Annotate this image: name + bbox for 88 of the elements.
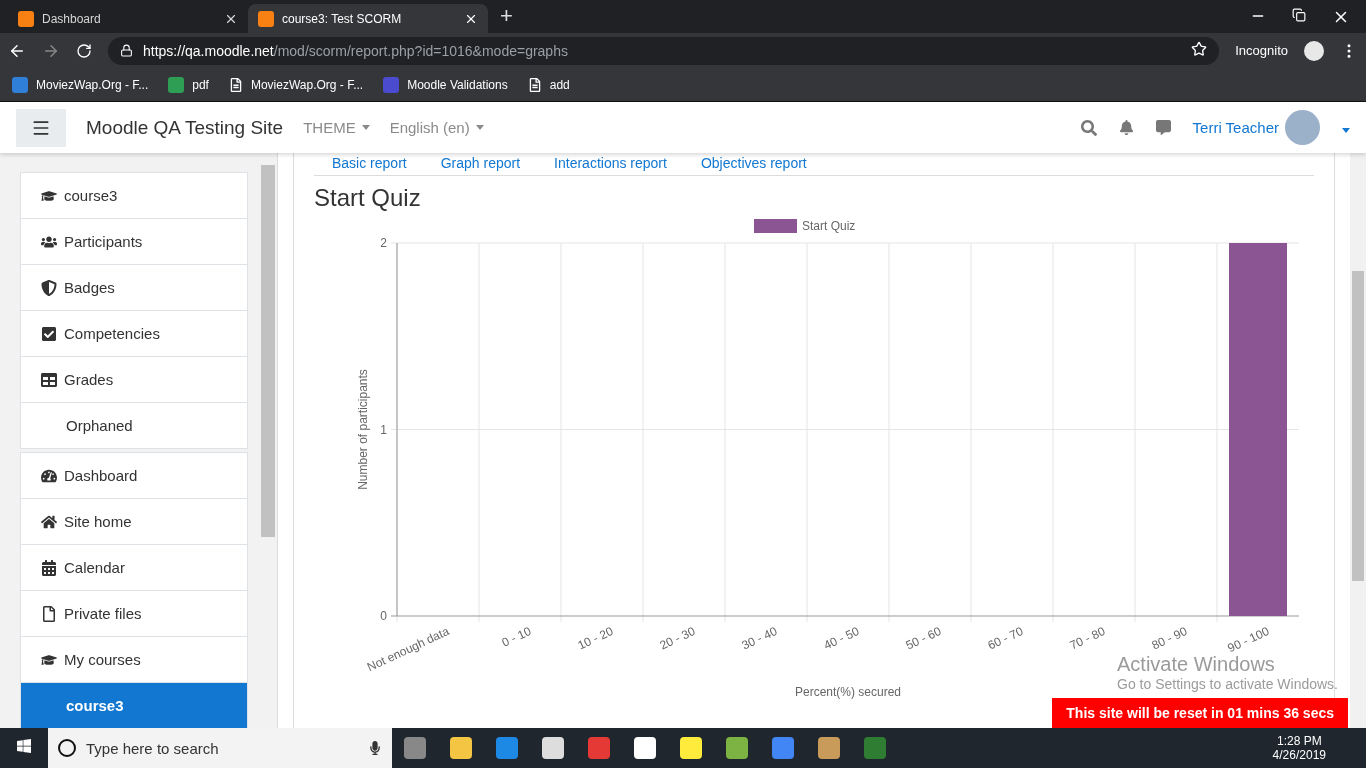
sidebar-item[interactable]: Orphaned [20, 402, 248, 449]
url-host: https://qa.moodle.net [143, 42, 274, 59]
site-icon [12, 76, 28, 93]
lock-icon [120, 44, 133, 57]
x-tick-label: 40 - 50 [821, 624, 862, 653]
taskbar-app-icon[interactable] [634, 737, 656, 759]
site-icon [168, 76, 185, 93]
nav-icon [41, 279, 57, 296]
taskbar-app-icon[interactable] [680, 737, 702, 759]
nav-icon [41, 371, 57, 388]
site-name[interactable]: Moodle QA Testing Site [86, 116, 284, 139]
star-icon[interactable] [1191, 41, 1208, 57]
taskbar-app-icon[interactable] [404, 737, 426, 759]
taskbar-search[interactable]: Type here to search [48, 728, 392, 768]
nav-icon [41, 605, 57, 622]
sidebar-item[interactable]: course3 [20, 682, 248, 728]
legend-label: Start Quiz [802, 219, 856, 233]
bookmark[interactable]: MoviezWap.Org - F... [12, 76, 149, 93]
activation-title: Activate Windows [1117, 653, 1276, 676]
y-tick-label: 2 [380, 236, 387, 250]
report-tab[interactable]: Basic report [332, 155, 407, 171]
bell-icon[interactable] [1118, 120, 1134, 135]
dropdown-menu[interactable]: English (en) [389, 119, 484, 136]
y-tick-label: 0 [380, 609, 387, 623]
nav-icon [41, 325, 57, 342]
report-tab[interactable]: Objectives report [700, 155, 807, 171]
x-tick-label: 70 - 80 [1067, 624, 1108, 653]
sidebar-item[interactable]: course3 [20, 172, 248, 219]
taskbar-app-icon[interactable] [588, 737, 610, 759]
site-icon [383, 76, 400, 93]
x-tick-label: 50 - 60 [903, 624, 944, 653]
x-tick-label: 80 - 90 [1149, 624, 1190, 653]
nav-icon [41, 467, 57, 484]
x-axis-title: Percent(%) secured [795, 685, 901, 699]
address-bar[interactable]: https://qa.moodle.net/mod/scorm/report.php?id=1016&mode=graphs [108, 36, 1220, 65]
sidebar-item[interactable]: Grades [20, 356, 248, 403]
browser-tab[interactable]: Dashboard [8, 4, 248, 33]
new-tab-button[interactable]: + [500, 3, 513, 29]
taskbar-app-icon[interactable] [450, 737, 472, 759]
x-tick-label: 90 - 100 [1225, 624, 1272, 656]
taskbar-app-icon[interactable] [726, 737, 748, 759]
bookmark[interactable]: pdf [168, 76, 209, 93]
x-tick-label: 0 - 10 [499, 624, 534, 650]
report-tab[interactable]: Interactions report [554, 155, 667, 171]
sidebar-item[interactable]: Dashboard [20, 452, 248, 499]
nav-icon [41, 559, 57, 576]
taskbar-app-icon[interactable] [542, 737, 564, 759]
taskbar-app-icon[interactable] [818, 737, 840, 759]
user-name[interactable]: Terri Teacher [1192, 119, 1279, 136]
reload-icon[interactable] [76, 42, 92, 59]
scrollbar[interactable] [1352, 271, 1364, 581]
x-tick-label: 20 - 30 [657, 624, 698, 653]
taskbar-app-icon[interactable] [496, 737, 518, 759]
sidebar-item[interactable]: Competencies [20, 310, 248, 357]
search-icon[interactable] [1080, 119, 1097, 136]
scrollbar[interactable] [261, 165, 275, 537]
bookmark[interactable]: add [527, 77, 570, 92]
y-tick-label: 1 [380, 422, 387, 437]
nav-icon [41, 513, 57, 530]
sidebar-item[interactable]: Badges [20, 264, 248, 311]
page-icon [228, 77, 243, 92]
sidebar-item[interactable]: Site home [20, 498, 248, 545]
sidebar-item[interactable]: Participants [20, 218, 248, 265]
browser-tab[interactable]: course3: Test SCORM [248, 4, 488, 33]
y-axis-title: Number of participants [356, 369, 370, 490]
sidebar-item[interactable]: Calendar [20, 544, 248, 591]
reset-banner: This site will be reset in 01 mins 36 secs [1052, 698, 1348, 728]
sidebar-item[interactable]: Private files [20, 590, 248, 637]
clock[interactable]: 1:28 PM 4/26/2019 [1262, 734, 1366, 762]
x-tick-label: 60 - 70 [985, 624, 1026, 653]
microphone-icon[interactable] [368, 741, 382, 755]
page-icon [527, 77, 542, 92]
windows-icon [16, 738, 32, 754]
bookmark[interactable]: Moodle Validations [383, 76, 508, 93]
report-tab[interactable]: Graph report [440, 155, 521, 171]
url-path: /mod/scorm/report.php?id=1016&mode=graphs [273, 42, 568, 59]
incognito-label: Incognito [1235, 43, 1288, 58]
caret-icon[interactable] [1342, 127, 1350, 133]
sidebar-item[interactable]: My courses [20, 636, 248, 683]
activation-text: Go to Settings to activate Windows. [1117, 676, 1338, 692]
restore-icon[interactable] [1292, 7, 1306, 22]
taskbar-app-icon[interactable] [772, 737, 794, 759]
x-tick-label: 30 - 40 [739, 624, 780, 653]
bookmark[interactable]: MoviezWap.Org - F... [228, 77, 364, 92]
menu-button[interactable] [16, 108, 66, 147]
section-heading: Start Quiz [314, 184, 422, 212]
chat-icon[interactable] [1155, 120, 1171, 135]
x-tick-label: 10 - 20 [575, 624, 616, 653]
